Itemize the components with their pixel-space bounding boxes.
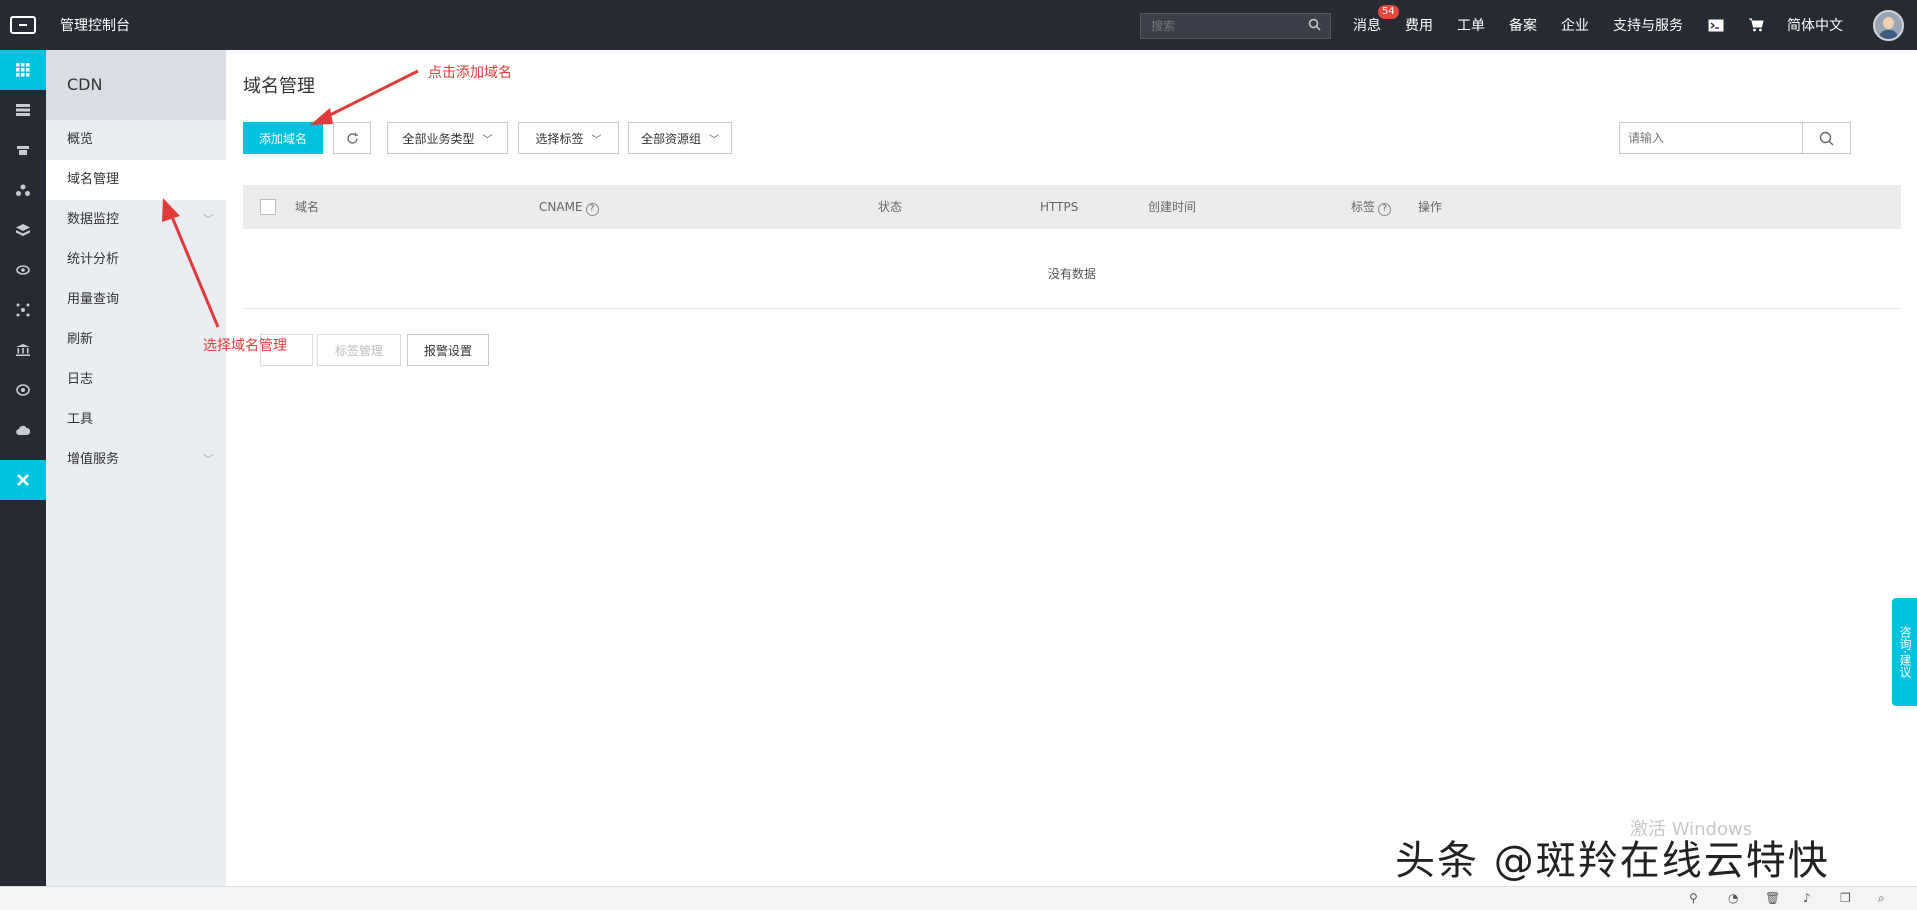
- console-title[interactable]: 管理控制台: [60, 15, 130, 35]
- col-created-time: 创建时间: [1148, 200, 1197, 214]
- chevron-down-icon: ﹀: [203, 213, 214, 226]
- nav-billing[interactable]: 费用: [1405, 15, 1433, 35]
- annotation-add-domain: 点击添加域名: [428, 65, 512, 81]
- search-icon[interactable]: [1301, 18, 1327, 35]
- storage-icon[interactable]: [0, 210, 46, 250]
- terminal-icon[interactable]: [1707, 18, 1725, 32]
- col-tags: 标签?: [1351, 185, 1392, 229]
- apps-grid-icon[interactable]: [0, 50, 46, 90]
- network-icon[interactable]: [0, 170, 46, 210]
- database-icon[interactable]: [0, 130, 46, 170]
- col-domain: 域名: [295, 200, 320, 214]
- domain-search-input[interactable]: [1620, 123, 1802, 153]
- nav-support[interactable]: 支持与服务: [1613, 15, 1683, 35]
- main-content: 域名管理 添加域名 全部业务类型﹀ 选择标签﹀ 全部资源组﹀ 域名 CNAME?…: [226, 50, 1917, 886]
- chevron-down-icon: ﹀: [203, 453, 214, 466]
- aliyun-logo-icon[interactable]: [0, 0, 46, 50]
- sidebar-item-logs[interactable]: 日志: [46, 360, 226, 400]
- alarm-settings-button[interactable]: 报警设置: [407, 334, 489, 366]
- help-icon[interactable]: ?: [1378, 203, 1392, 216]
- sidebar-item-refresh[interactable]: 刷新: [46, 320, 226, 360]
- speed-icon[interactable]: ◔: [1728, 891, 1738, 905]
- sidebar-item-usage[interactable]: 用量查询: [46, 280, 226, 320]
- sidebar-item-analytics[interactable]: 统计分析: [46, 240, 226, 280]
- business-type-dropdown[interactable]: 全部业务类型 ﹀: [387, 122, 508, 154]
- chevron-down-icon: ﹀: [591, 134, 602, 146]
- message-count-badge: 54: [1378, 5, 1399, 19]
- domain-search[interactable]: [1619, 122, 1851, 154]
- refresh-button[interactable]: [333, 122, 371, 154]
- search-icon[interactable]: [1802, 123, 1850, 153]
- feedback-tab[interactable]: 咨询·建议: [1892, 598, 1917, 706]
- top-bar: 管理控制台 消息 54 费用 工单 备案 企业 支持与服务 简体中文: [0, 0, 1917, 50]
- annotation-select-domain-management: 选择域名管理: [203, 338, 287, 354]
- security-icon[interactable]: [0, 370, 46, 410]
- cdn-sidebar: CDN 概览 域名管理 数据监控 ﹀ 统计分析 用量查询 刷新 日志 工具 增值…: [46, 50, 226, 886]
- browser-status-bar: ⚲ ◔ 🗑 ♪ ❐ ⌕: [0, 886, 1917, 910]
- nav-icp[interactable]: 备案: [1509, 15, 1537, 35]
- avatar[interactable]: [1873, 10, 1904, 41]
- sidebar-item-tools[interactable]: 工具: [46, 400, 226, 440]
- eye-icon[interactable]: [0, 250, 46, 290]
- top-search[interactable]: [1140, 13, 1331, 39]
- tag-select-dropdown[interactable]: 选择标签 ﹀: [518, 122, 619, 154]
- top-search-input[interactable]: [1141, 19, 1301, 33]
- volume-icon[interactable]: ♪: [1803, 891, 1811, 905]
- trash-icon[interactable]: 🗑: [1765, 891, 1780, 905]
- refresh-icon: [346, 132, 358, 144]
- source-watermark: 头条 @斑羚在线云特快: [1395, 838, 1830, 884]
- table-header: 域名 CNAME? 状态 HTTPS 创建时间 标签? 操作: [243, 185, 1901, 229]
- add-domain-button[interactable]: 添加域名: [243, 122, 323, 154]
- empty-table-message: 没有数据: [243, 229, 1901, 309]
- tag-management-button[interactable]: 标签管理: [317, 334, 401, 366]
- col-cname: CNAME?: [539, 185, 599, 229]
- select-all-checkbox[interactable]: [260, 199, 276, 215]
- col-https: HTTPS: [1040, 200, 1079, 214]
- zoom-icon[interactable]: ⌕: [1878, 891, 1885, 906]
- page-title: 域名管理: [243, 76, 315, 97]
- chevron-down-icon: ﹀: [482, 134, 493, 146]
- product-rail: [0, 50, 46, 886]
- nav-tickets[interactable]: 工单: [1457, 15, 1485, 35]
- resource-group-dropdown[interactable]: 全部资源组 ﹀: [628, 122, 732, 154]
- sidebar-item-domain-management[interactable]: 域名管理: [46, 160, 226, 200]
- cdn-tools-icon[interactable]: [0, 460, 46, 500]
- nav-messages[interactable]: 消息 54: [1353, 5, 1399, 35]
- sidebar-item-overview[interactable]: 概览: [46, 120, 226, 160]
- chevron-down-icon: ﹀: [709, 134, 719, 146]
- help-icon[interactable]: ?: [585, 203, 599, 216]
- cart-icon[interactable]: [1747, 18, 1765, 32]
- sidebar-item-monitoring[interactable]: 数据监控 ﹀: [46, 200, 226, 240]
- top-nav: 消息 54 费用 工单 备案 企业 支持与服务 简体中文: [1353, 0, 1867, 50]
- col-status: 状态: [878, 200, 903, 214]
- cloud-icon[interactable]: [0, 410, 46, 450]
- server-icon[interactable]: [0, 90, 46, 130]
- nav-enterprise[interactable]: 企业: [1561, 15, 1589, 35]
- cluster-icon[interactable]: [0, 290, 46, 330]
- language-switch[interactable]: 简体中文: [1787, 15, 1843, 35]
- bank-icon[interactable]: [0, 330, 46, 370]
- sidebar-item-value-added[interactable]: 增值服务 ﹀: [46, 440, 226, 480]
- sidebar-title: CDN: [46, 50, 226, 120]
- col-actions: 操作: [1418, 200, 1443, 214]
- window-icon[interactable]: ❐: [1840, 891, 1851, 905]
- rocket-icon[interactable]: ⚲: [1689, 891, 1698, 905]
